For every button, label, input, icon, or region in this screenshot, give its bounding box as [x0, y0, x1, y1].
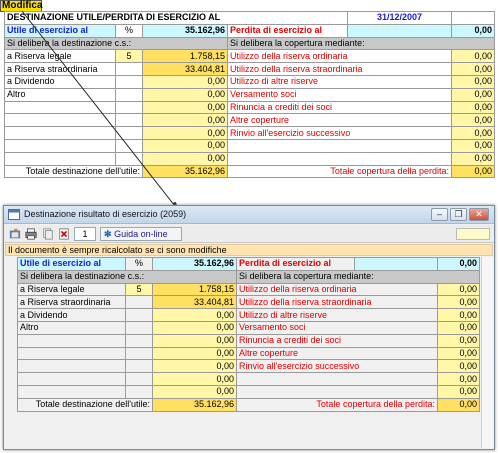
page-number-field[interactable]: 1: [74, 227, 96, 241]
form-row: 0,00 Altre coperture 0,00: [17, 346, 480, 361]
window-form-table: Utile di esercizio al % 35.162,96 Perdit…: [17, 257, 480, 412]
pdf-icon[interactable]: [57, 227, 71, 241]
row-pct[interactable]: [125, 320, 153, 335]
row-right-label: [236, 384, 438, 399]
row-label: [17, 359, 126, 374]
row-pct[interactable]: [125, 295, 153, 310]
win-pct-label: %: [125, 257, 153, 271]
row-label: [17, 372, 126, 386]
form-row: 0,00 Rinvio all'esercizio successivo 0,00: [17, 359, 480, 374]
row-right-label: Rinuncia a crediti dei soci: [236, 333, 438, 348]
row-left-value[interactable]: 0,00: [152, 346, 237, 361]
row-left-value[interactable]: 0,00: [152, 320, 237, 335]
form-row: a Riserva straordinaria 33.404,81 Utilizzo…: [17, 295, 480, 310]
row-label: a Riserva straordinaria: [17, 295, 126, 310]
win-perdita-label: Perdita di esercizio al: [236, 257, 355, 271]
window-title: Destinazione risultato di esercizio (205…: [24, 209, 187, 219]
row-left-value[interactable]: 0,00: [152, 333, 237, 348]
help-icon: ✻: [104, 229, 112, 239]
toolbar-search-field[interactable]: [456, 228, 490, 240]
window-titlebar[interactable]: Destinazione risultato di esercizio (205…: [4, 206, 494, 224]
row-pct[interactable]: [125, 372, 153, 386]
form-row: a Dividendo 0,00 Utilizzo di altre riserve…: [17, 308, 480, 322]
form-row: 0,00 Rinuncia a crediti dei soci 0,00: [17, 333, 480, 348]
row-label: Altro: [17, 320, 126, 335]
row-right-label: Utilizzo della riserva ordinaria: [236, 282, 438, 297]
row-left-value[interactable]: 0,00: [152, 359, 237, 374]
form-row: 0,00 0,00: [17, 384, 480, 399]
online-help-button[interactable]: ✻ Guida on-line: [100, 227, 182, 241]
row-right-value[interactable]: 0,00: [437, 308, 480, 322]
row-right-label: Rinvio all'esercizio successivo: [236, 359, 438, 374]
minimize-icon: –: [436, 209, 442, 219]
dialog-window: Destinazione risultato di esercizio (205…: [3, 205, 495, 450]
form-row: a Riserva legale 5 1.758,15 Utilizzo della …: [17, 282, 480, 297]
row-pct[interactable]: [125, 384, 153, 399]
row-right-value[interactable]: 0,00: [437, 320, 480, 335]
row-right-label: Utilizzo di altre riserve: [236, 308, 438, 322]
row-right-value[interactable]: 0,00: [437, 359, 480, 374]
win-utile-value[interactable]: 35.162,96: [152, 257, 237, 271]
row-label: a Dividendo: [17, 308, 126, 322]
form-row: Altro 0,00 Versamento soci 0,00: [17, 320, 480, 335]
row-right-value[interactable]: 0,00: [437, 372, 480, 386]
close-button[interactable]: ✕: [469, 208, 489, 221]
win-total-left-label: Totale destinazione dell'utile:: [17, 397, 153, 412]
row-label: [17, 333, 126, 348]
open-icon[interactable]: [8, 227, 22, 241]
minimize-button[interactable]: –: [431, 208, 448, 221]
row-left-value[interactable]: 0,00: [152, 372, 237, 386]
row-pct[interactable]: [125, 308, 153, 322]
help-label: Guida on-line: [114, 229, 168, 239]
close-icon: ✕: [475, 209, 483, 219]
row-right-value[interactable]: 0,00: [437, 282, 480, 297]
row-left-value[interactable]: 0,00: [152, 384, 237, 399]
row-label: [17, 384, 126, 399]
row-right-value[interactable]: 0,00: [437, 384, 480, 399]
form-row: 0,00 0,00: [17, 372, 480, 386]
row-right-value[interactable]: 0,00: [437, 295, 480, 310]
restore-icon: ❐: [454, 209, 463, 219]
pointer-arrow: [21, 10, 179, 211]
row-pct[interactable]: 5: [125, 282, 153, 297]
print-icon[interactable]: [24, 227, 38, 241]
win-total-right-label: Totale copertura della perdita:: [236, 397, 438, 412]
row-left-value[interactable]: 1.758,15: [152, 282, 237, 297]
row-pct[interactable]: [125, 359, 153, 374]
row-pct[interactable]: [125, 346, 153, 361]
row-right-label: Altre coperture: [236, 346, 438, 361]
row-pct[interactable]: [125, 333, 153, 348]
window-toolbar: 1 ✻ Guida on-line: [4, 225, 494, 243]
win-total-left-value: 35.162,96: [152, 397, 237, 412]
win-left-subheader: Si delibera la destinazione c.s.:: [17, 269, 237, 284]
row-label: a Riserva legale: [17, 282, 126, 297]
win-utile-label: Utile di esercizio al: [17, 257, 126, 271]
row-label: [17, 346, 126, 361]
row-left-value[interactable]: 0,00: [152, 308, 237, 322]
row-right-label: [236, 372, 438, 386]
copy-icon[interactable]: [41, 227, 55, 241]
row-right-label: Versamento soci: [236, 320, 438, 335]
win-total-right-value: 0,00: [437, 397, 480, 412]
restore-button[interactable]: ❐: [450, 208, 467, 221]
row-left-value[interactable]: 33.404,81: [152, 295, 237, 310]
vertical-scrollbar[interactable]: [481, 257, 493, 448]
win-right-subheader: Si delibera la copertura mediante:: [236, 269, 480, 284]
recalc-notice: Il documento è sempre ricalcolato se ci …: [5, 244, 493, 256]
window-icon: [8, 209, 20, 220]
row-right-value[interactable]: 0,00: [437, 333, 480, 348]
row-right-label: Utilizzo della riserva straordinaria: [236, 295, 438, 310]
row-right-value[interactable]: 0,00: [437, 346, 480, 361]
win-perdita-value[interactable]: 0,00: [437, 257, 480, 271]
